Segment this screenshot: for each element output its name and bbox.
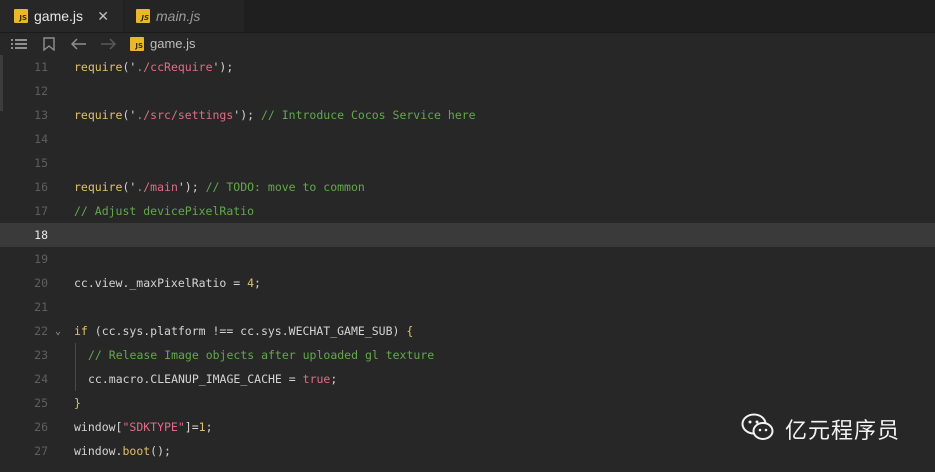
code-token: // Adjust devicePixelRatio	[74, 204, 255, 218]
code-token: ;	[254, 276, 261, 290]
line-number: 11	[34, 60, 48, 74]
code-text: require('./src/settings'); // Introduce …	[74, 108, 476, 122]
line-number: 25	[34, 396, 48, 410]
code-line[interactable]: 19	[0, 247, 935, 271]
js-file-icon: JS	[136, 9, 150, 23]
line-number: 12	[34, 84, 48, 98]
code-line[interactable]: 24 cc.macro.CLEANUP_IMAGE_CACHE = true;	[0, 367, 935, 391]
watermark: 亿元程序员	[741, 412, 900, 446]
bookmark-icon[interactable]	[40, 36, 58, 52]
code-line[interactable]: 22 ⌄ if (cc.sys.platform !== cc.sys.WECHAT…	[0, 319, 935, 343]
code-token: cc.macro.CLEANUP_IMAGE_CACHE =	[88, 372, 303, 386]
editor-toolbar: JS game.js	[0, 33, 935, 55]
list-icon[interactable]	[10, 36, 28, 52]
breadcrumb-label: game.js	[150, 36, 196, 51]
code-text: // Release Image objects after uploaded …	[88, 348, 434, 362]
code-token: (cc.sys.platform !== cc.sys.WECHAT_GAME_…	[87, 324, 407, 338]
code-line[interactable]: 11 require('./ccRequire');	[0, 55, 935, 79]
back-arrow-icon[interactable]	[70, 36, 88, 52]
line-number: 16	[34, 180, 48, 194]
tab-bar: JS game.js ✕ JS main.js	[0, 0, 935, 33]
wechat-icon	[741, 412, 775, 446]
code-token: ./main	[136, 180, 178, 194]
line-number: 13	[34, 108, 48, 122]
line-number: 15	[34, 156, 48, 170]
js-file-icon: JS	[14, 9, 28, 23]
code-text: window["SDKTYPE"]=1;	[74, 420, 213, 434]
code-token: {	[406, 324, 414, 338]
code-token: window[	[74, 420, 123, 434]
code-token: ;	[205, 420, 213, 434]
code-text: if (cc.sys.platform !== cc.sys.WECHAT_GA…	[74, 324, 413, 338]
code-line[interactable]: 12	[0, 79, 935, 103]
code-token: require	[74, 60, 123, 74]
code-editor[interactable]: 11 require('./ccRequire'); 12 13 require('./…	[0, 55, 935, 472]
code-token: // TODO: move to common	[205, 180, 365, 194]
code-text: window.boot();	[74, 444, 171, 458]
code-token: cc.view._maxPixelRatio =	[74, 276, 248, 290]
code-line[interactable]: 20 cc.view._maxPixelRatio = 4;	[0, 271, 935, 295]
code-token: ]=	[184, 420, 199, 434]
code-token: ');	[177, 180, 206, 194]
line-number: 27	[34, 444, 48, 458]
breadcrumb[interactable]: JS game.js	[130, 36, 196, 51]
watermark-text: 亿元程序员	[785, 419, 901, 444]
code-token: if	[74, 324, 88, 338]
code-token: boot	[122, 444, 151, 458]
code-text: require('./ccRequire');	[74, 60, 233, 74]
js-file-icon: JS	[130, 36, 144, 51]
code-token: true	[302, 372, 331, 386]
code-line[interactable]: 17 // Adjust devicePixelRatio	[0, 199, 935, 223]
code-token: window.	[74, 444, 123, 458]
tab-label: game.js	[34, 8, 84, 24]
code-token: ();	[150, 444, 171, 458]
code-line[interactable]: 14	[0, 127, 935, 151]
code-token: ('	[122, 108, 137, 122]
indent-guide	[75, 367, 76, 391]
line-number: 21	[34, 300, 48, 314]
code-token: ('	[122, 60, 137, 74]
line-number: 18	[34, 228, 48, 242]
code-token: ./ccRequire	[136, 60, 213, 74]
line-number: 14	[34, 132, 48, 146]
line-number: 22	[34, 324, 48, 338]
line-number: 24	[34, 372, 48, 386]
close-icon[interactable]: ✕	[97, 8, 109, 25]
code-token: ;	[330, 372, 338, 386]
tab-game-js[interactable]: JS game.js ✕	[0, 0, 123, 32]
code-token: ./src/settings	[136, 108, 234, 122]
code-token: require	[74, 108, 123, 122]
code-token: // Release Image objects after uploaded …	[88, 348, 435, 362]
line-number: 17	[34, 204, 48, 218]
tab-label: main.js	[156, 8, 201, 24]
code-token: require	[74, 180, 123, 194]
code-token: ');	[212, 60, 234, 74]
code-token: }	[74, 396, 81, 410]
code-line[interactable]: 18	[0, 223, 935, 247]
code-line[interactable]: 21	[0, 295, 935, 319]
code-text: }	[74, 396, 81, 410]
tab-main-js[interactable]: JS main.js	[124, 0, 244, 32]
code-text: cc.view._maxPixelRatio = 4;	[74, 276, 261, 290]
line-number: 20	[34, 276, 48, 290]
code-line[interactable]: 23 // Release Image objects after uploade…	[0, 343, 935, 367]
line-number: 23	[34, 348, 48, 362]
code-line[interactable]: 15	[0, 151, 935, 175]
code-token: ');	[233, 108, 261, 122]
code-token: ('	[122, 180, 137, 194]
code-line[interactable]: 16 require('./main'); // TODO: move to co…	[0, 175, 935, 199]
forward-arrow-icon[interactable]	[99, 36, 117, 52]
code-token: // Introduce Cocos Service here	[260, 108, 476, 122]
code-token: "SDKTYPE"	[122, 420, 185, 434]
line-number: 26	[34, 420, 48, 434]
fold-chevron-icon[interactable]: ⌄	[55, 326, 61, 337]
code-token: 1	[198, 420, 206, 434]
code-text: // Adjust devicePixelRatio	[74, 204, 254, 218]
line-number: 19	[34, 252, 48, 266]
code-text: require('./main'); // TODO: move to comm…	[74, 180, 365, 194]
code-text: cc.macro.CLEANUP_IMAGE_CACHE = true;	[88, 372, 337, 386]
code-token: 4	[247, 276, 255, 290]
indent-guide	[75, 343, 76, 367]
code-line[interactable]: 13 require('./src/settings'); // Introduc…	[0, 103, 935, 127]
